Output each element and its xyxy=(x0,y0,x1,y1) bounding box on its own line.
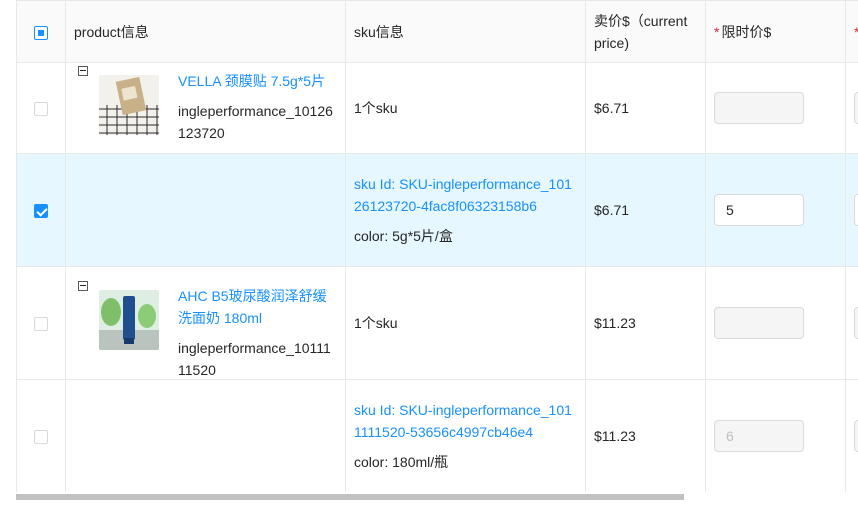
table-row: sku Id: SKU-ingleperformance_10126123720… xyxy=(16,153,858,267)
product-code: ingleperformance_10126123720 xyxy=(178,103,333,141)
product-cell: AHC B5玻尿酸润泽舒缓洗面奶 180ml ingleperformance_… xyxy=(65,266,346,380)
next-column-cell xyxy=(845,153,858,267)
product-cell: VELLA 颈膜贴 7.5g*5片 ingleperformance_10126… xyxy=(65,62,346,154)
collapse-icon[interactable] xyxy=(78,66,88,76)
table-row: sku Id: SKU-ingleperformance_1011111520-… xyxy=(16,379,858,492)
header-next-column: * xyxy=(845,0,858,63)
limit-price-cell xyxy=(705,266,846,380)
sku-cell: sku Id: SKU-ingleperformance_10126123720… xyxy=(345,153,586,267)
limit-price-cell xyxy=(705,379,846,492)
table-header-row: product信息 sku信息 卖价$（current price) * 限时价$… xyxy=(16,0,858,63)
limit-price-input[interactable] xyxy=(714,92,804,124)
required-mark: * xyxy=(714,23,720,40)
price-cell: $11.23 xyxy=(585,379,706,492)
product-code: ingleperformance_1011111520 xyxy=(178,340,331,378)
next-column-cell xyxy=(845,379,858,492)
header-limit-price-label: 限时价$ xyxy=(721,23,772,40)
header-product: product信息 xyxy=(65,0,346,63)
collapse-icon[interactable] xyxy=(78,281,88,291)
product-title-link[interactable]: VELLA 颈膜贴 7.5g*5片 xyxy=(178,70,337,92)
next-column-input[interactable] xyxy=(854,420,858,452)
sku-id-link[interactable]: sku Id: SKU-ingleperformance_10126123720… xyxy=(354,173,577,217)
product-title-link[interactable]: AHC B5玻尿酸润泽舒缓洗面奶 180ml xyxy=(178,285,337,329)
price-cell: $6.71 xyxy=(585,62,706,154)
row-select-cell xyxy=(16,62,66,154)
price-cell: $11.23 xyxy=(585,266,706,380)
header-limit-price: * 限时价$ xyxy=(705,0,846,63)
next-column-cell xyxy=(845,62,858,154)
limit-price-input[interactable] xyxy=(714,307,804,339)
product-table-wrapper: product信息 sku信息 卖价$（current price) * 限时价$… xyxy=(16,0,858,492)
header-sku: sku信息 xyxy=(345,0,586,63)
next-column-input[interactable] xyxy=(854,307,858,339)
row-checkbox[interactable] xyxy=(34,317,48,332)
row-checkbox[interactable] xyxy=(34,204,48,219)
horizontal-scrollbar[interactable] xyxy=(16,494,684,500)
sku-color: color: 180ml/瓶 xyxy=(354,454,449,470)
limit-price-input[interactable] xyxy=(714,194,804,226)
product-cell-empty xyxy=(65,153,346,267)
row-select-cell xyxy=(16,379,66,492)
header-price: 卖价$（current price) xyxy=(585,0,706,63)
limit-price-cell xyxy=(705,62,846,154)
sku-id-link[interactable]: sku Id: SKU-ingleperformance_1011111520-… xyxy=(354,399,577,443)
required-mark: * xyxy=(854,24,858,40)
sku-summary: 1个sku xyxy=(345,62,586,154)
sku-color: color: 5g*5片/盒 xyxy=(354,228,453,244)
price-cell: $6.71 xyxy=(585,153,706,267)
limit-price-cell xyxy=(705,153,846,267)
row-checkbox[interactable] xyxy=(34,430,48,445)
row-checkbox[interactable] xyxy=(34,102,48,117)
select-all-cell xyxy=(16,0,66,63)
row-select-cell xyxy=(16,266,66,380)
sku-cell: sku Id: SKU-ingleperformance_1011111520-… xyxy=(345,379,586,492)
table-row: AHC B5玻尿酸润泽舒缓洗面奶 180ml ingleperformance_… xyxy=(16,266,858,380)
product-image xyxy=(99,75,159,135)
row-select-cell xyxy=(16,153,66,267)
sku-summary: 1个sku xyxy=(345,266,586,380)
next-column-cell xyxy=(845,266,858,380)
table-row: VELLA 颈膜贴 7.5g*5片 ingleperformance_10126… xyxy=(16,62,858,154)
select-all-checkbox[interactable] xyxy=(34,25,48,40)
next-column-input[interactable] xyxy=(854,194,858,226)
product-cell-empty xyxy=(65,379,346,492)
product-image xyxy=(99,290,159,350)
next-column-input[interactable] xyxy=(854,92,858,124)
product-table: product信息 sku信息 卖价$（current price) * 限时价$… xyxy=(16,0,858,492)
limit-price-input[interactable] xyxy=(714,420,804,452)
